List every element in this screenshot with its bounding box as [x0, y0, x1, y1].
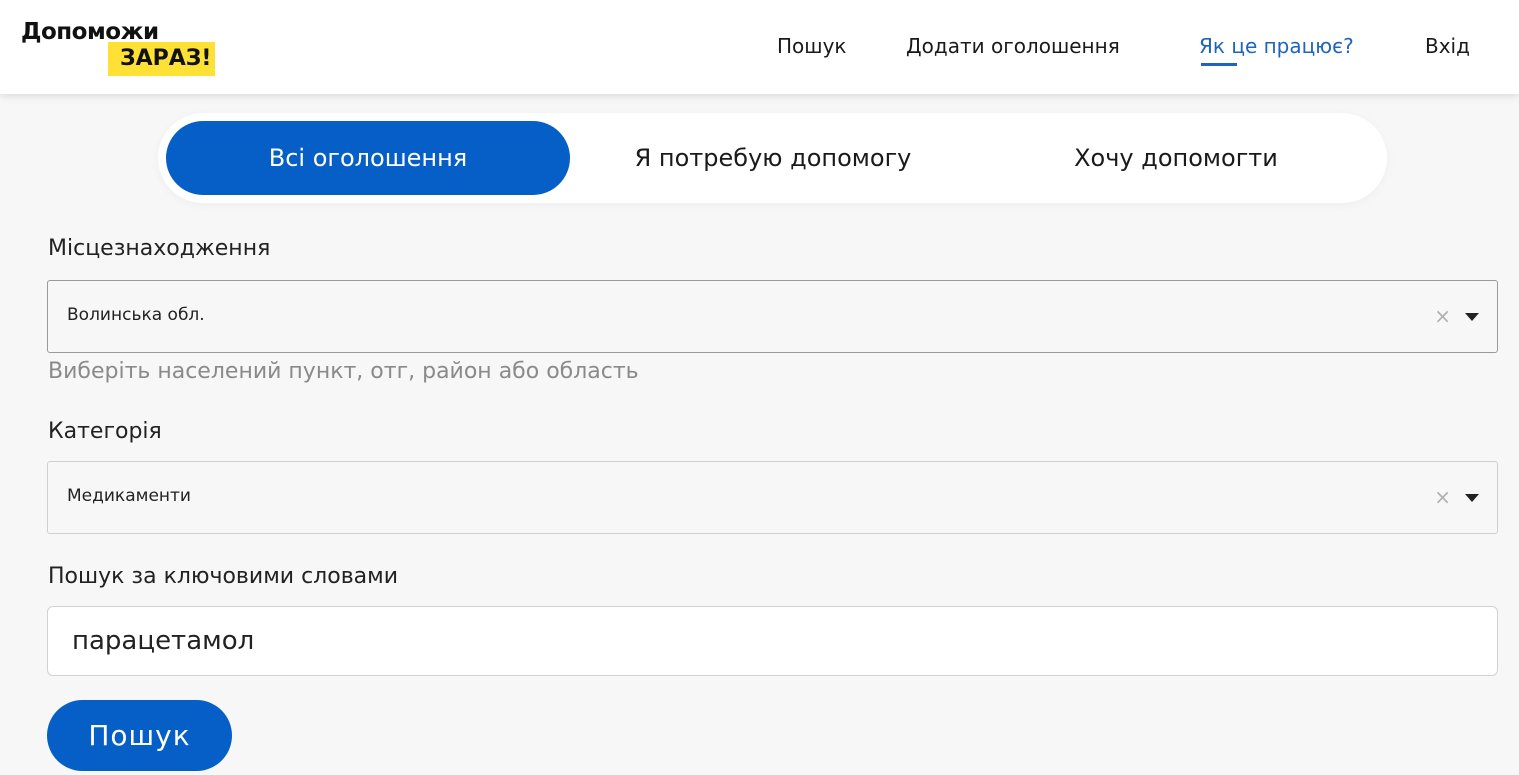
location-label: Місцезнаходження [48, 236, 271, 261]
chevron-down-icon[interactable] [1465, 313, 1479, 321]
category-selected-value: Медикаменти [67, 486, 191, 506]
location-help-text: Виберіть населений пункт, отг, район або… [48, 359, 639, 384]
location-clear-icon[interactable]: × [1434, 303, 1451, 329]
category-clear-icon[interactable]: × [1434, 484, 1451, 510]
site-logo[interactable]: Допоможи ЗАРАЗ! [21, 19, 236, 79]
search-button[interactable]: Пошук [47, 700, 232, 771]
listing-type-toggle: Всі оголошення Я потребую допомогу Хочу … [158, 113, 1387, 203]
tab-want-to-help[interactable]: Хочу допомогти [978, 121, 1374, 195]
location-select[interactable]: Волинська обл. × [47, 280, 1498, 353]
category-label: Категорія [48, 419, 162, 444]
location-selected-value: Волинська обл. [67, 305, 205, 325]
nav-link-how-it-works[interactable]: Як це працює? [1199, 34, 1354, 62]
nav-link-search[interactable]: Пошук [777, 34, 847, 62]
tab-need-help[interactable]: Я потребую допомогу [578, 121, 968, 195]
nav-link-login[interactable]: Вхід [1425, 34, 1470, 62]
site-header: Допоможи ЗАРАЗ! Пошук Додати оголошення … [0, 0, 1519, 94]
nav-active-underline [1201, 63, 1237, 66]
chevron-down-icon[interactable] [1465, 494, 1479, 502]
keywords-label: Пошук за ключовими словами [48, 564, 399, 589]
keywords-input[interactable] [47, 606, 1498, 676]
nav-link-add-listing[interactable]: Додати оголошення [906, 34, 1120, 62]
category-select[interactable]: Медикаменти × [47, 461, 1498, 534]
tab-all-listings[interactable]: Всі оголошення [166, 121, 570, 195]
logo-text-bottom: ЗАРАЗ! [108, 42, 216, 76]
